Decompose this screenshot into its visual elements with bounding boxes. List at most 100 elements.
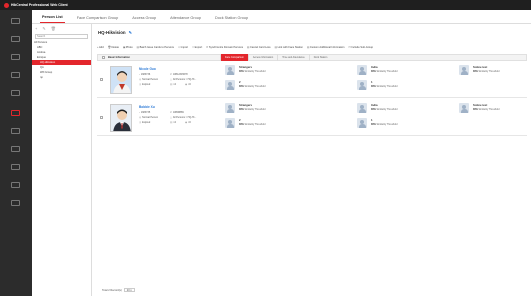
delete-button[interactable]: 🗑Delete <box>108 46 119 49</box>
person-name[interactable]: Nicole Guo <box>139 67 156 71</box>
match-score-label: Similarity Threshold <box>244 108 266 111</box>
access-icon[interactable] <box>11 128 20 134</box>
match-score-label: Similarity Threshold <box>376 108 398 111</box>
edit-icon[interactable]: ✎ <box>129 30 132 35</box>
cancel-card-loss-label: Cancel Card Loss <box>249 45 271 49</box>
link-face-station-button[interactable]: ▤Link with Face Station <box>275 46 303 49</box>
cancel-card-loss-button[interactable]: ▤Cancel Card Loss <box>247 46 271 49</box>
person-phone: ✆18808889 <box>170 111 184 114</box>
module-tabs: Person List Face Comparison Group Access… <box>32 10 531 24</box>
tab-dock-station[interactable]: Dock Station <box>308 54 332 61</box>
match-score-label: Similarity Threshold <box>376 70 398 73</box>
person-phone-value: 18808889 <box>173 111 184 114</box>
phone-icon: ✆ <box>170 73 173 76</box>
tab-dock-station-group[interactable]: Dock Station Group <box>213 12 250 23</box>
face-group-match: Strangers 30% Similarity Threshold 2 30%… <box>225 65 320 95</box>
row-checkbox[interactable] <box>100 116 103 119</box>
tree-node[interactable]: np <box>32 75 91 80</box>
tab-access-information[interactable]: Access Information <box>247 54 277 61</box>
person-id-value: 1683735 <box>140 111 151 114</box>
delete-label: Delete <box>111 45 119 49</box>
home-icon[interactable] <box>11 18 20 24</box>
import-button[interactable]: ⇩Import <box>178 46 188 49</box>
person-validity: ◷Expired <box>139 121 150 124</box>
export-button[interactable]: ⇧Export <box>192 46 202 49</box>
include-subgroup-checkbox[interactable]: ☐Include Sub-Group <box>349 46 374 49</box>
person-cards: ▤×4 <box>170 121 176 124</box>
sync-label: Synchronize Domain Persons <box>208 45 244 49</box>
match-group-name: India <box>371 65 378 69</box>
validity-icon: ◷ <box>139 121 142 124</box>
batch-issue-cards-button[interactable]: ▤Batch Issue Cards to Persons <box>137 46 174 49</box>
organization-tree: + ✎ 🗑 Search All Persons ABC Andrea Enri… <box>32 24 92 296</box>
report-icon[interactable] <box>11 164 20 170</box>
person-card[interactable]: Nicole Guo ▪1683736 ◎Normal Person ◷Expi… <box>97 62 527 98</box>
include-subgroup-label: Include Sub-Group <box>351 45 374 49</box>
video-icon[interactable] <box>11 54 20 60</box>
chevron-down-icon: ▾ <box>130 288 132 292</box>
custom-info-button[interactable]: ▤Custom Additional Information <box>307 46 345 49</box>
group-avatar-icon <box>225 65 235 75</box>
face-group-match: India 30% Similarity Threshold 1 30% Sim… <box>357 103 452 133</box>
person-fingerprints: ◉×0 <box>185 83 191 86</box>
match-score-label: Similarity Threshold <box>244 85 266 88</box>
person-phone: ✆18812345678 <box>170 73 188 76</box>
group-avatar-icon <box>225 80 235 90</box>
tab-face-comparison-group[interactable]: Face Comparison Group <box>75 12 121 23</box>
attendance-icon[interactable] <box>11 146 20 152</box>
pagination: Total 2 Record(s) 20 ▾ <box>102 288 135 292</box>
org-icon: △ <box>170 78 172 81</box>
map-icon[interactable] <box>11 36 20 42</box>
person-cards: ▤×4 <box>170 83 176 86</box>
match-score: 30% Similarity Threshold <box>239 123 265 126</box>
system-icon[interactable] <box>11 182 20 188</box>
tab-access-group[interactable]: Access Group <box>130 12 158 23</box>
delete-org-icon[interactable]: 🗑 <box>51 26 56 31</box>
org-title: HQ-Hikvision ✎ <box>98 30 132 35</box>
person-id: ▪1683736 <box>139 73 150 76</box>
person-validity: ◷Expired <box>139 83 150 86</box>
card-count-icon: ▤ <box>170 121 173 124</box>
batch-issue-label: Batch Issue Cards to Persons <box>139 45 174 49</box>
row-checkbox[interactable] <box>100 78 103 81</box>
person-icon[interactable] <box>11 110 20 116</box>
event-icon[interactable] <box>11 90 20 96</box>
match-group-name: Sobne test <box>473 65 488 69</box>
fingerprint-icon: ◉ <box>185 83 188 86</box>
match-score: 30% Similarity Threshold <box>239 70 265 73</box>
person-fingerprints: ◉×0 <box>185 121 191 124</box>
tab-attendance-group[interactable]: Attendance Group <box>168 12 203 23</box>
page-size-select[interactable]: 20 ▾ <box>123 288 135 292</box>
tab-person-list[interactable]: Person List <box>40 12 65 23</box>
person-org-value: All Persons > HQ-Hi... <box>172 78 197 81</box>
match-score-label: Similarity Threshold <box>478 108 500 111</box>
maintenance-icon[interactable] <box>11 200 20 206</box>
org-title-text: HQ-Hikvision <box>98 30 126 35</box>
person-id-value: 1683736 <box>140 73 151 76</box>
edit-org-icon[interactable]: ✎ <box>42 26 45 31</box>
link-face-station-label: Link with Face Station <box>277 45 303 49</box>
tab-face-comparison[interactable]: Face Comparison <box>220 54 248 61</box>
add-button[interactable]: +Add <box>97 46 104 49</box>
add-org-icon[interactable]: + <box>35 26 37 31</box>
person-card[interactable]: Bobbie Xu ▪1683735 ◎Normal Person ◷Expir… <box>97 100 527 136</box>
photo-button[interactable]: ▣Photo <box>123 46 133 49</box>
person-list-panel: HQ-Hikvision ✎ +Add 🗑Delete ▣Photo ▤Batc… <box>92 24 531 296</box>
playback-icon[interactable] <box>11 72 20 78</box>
group-avatar-icon <box>357 65 367 75</box>
list-header: Basic Information Face Comparison Access… <box>97 54 527 61</box>
person-photo-image <box>111 67 131 93</box>
match-count: 2 <box>239 80 241 84</box>
tab-time-and-attendance[interactable]: Time and Attendance <box>277 54 309 61</box>
person-name[interactable]: Bobbie Xu <box>139 105 155 109</box>
person-org: △All Persons > HQ-Hi... <box>170 78 196 81</box>
person-org-value: All Persons > HQ-Hi... <box>172 116 197 119</box>
match-row: Sobne test 30% Similarity Threshold <box>459 103 525 115</box>
validity-icon: ◷ <box>139 83 142 86</box>
tree-search-input[interactable]: Search <box>35 34 88 39</box>
person-type-value: Normal Person <box>142 116 159 119</box>
person-type: ◎Normal Person <box>139 78 158 81</box>
select-all-checkbox[interactable] <box>102 56 105 59</box>
id-icon: ▪ <box>139 111 140 114</box>
synchronize-button[interactable]: ⟳Synchronize Domain Persons <box>206 46 243 49</box>
